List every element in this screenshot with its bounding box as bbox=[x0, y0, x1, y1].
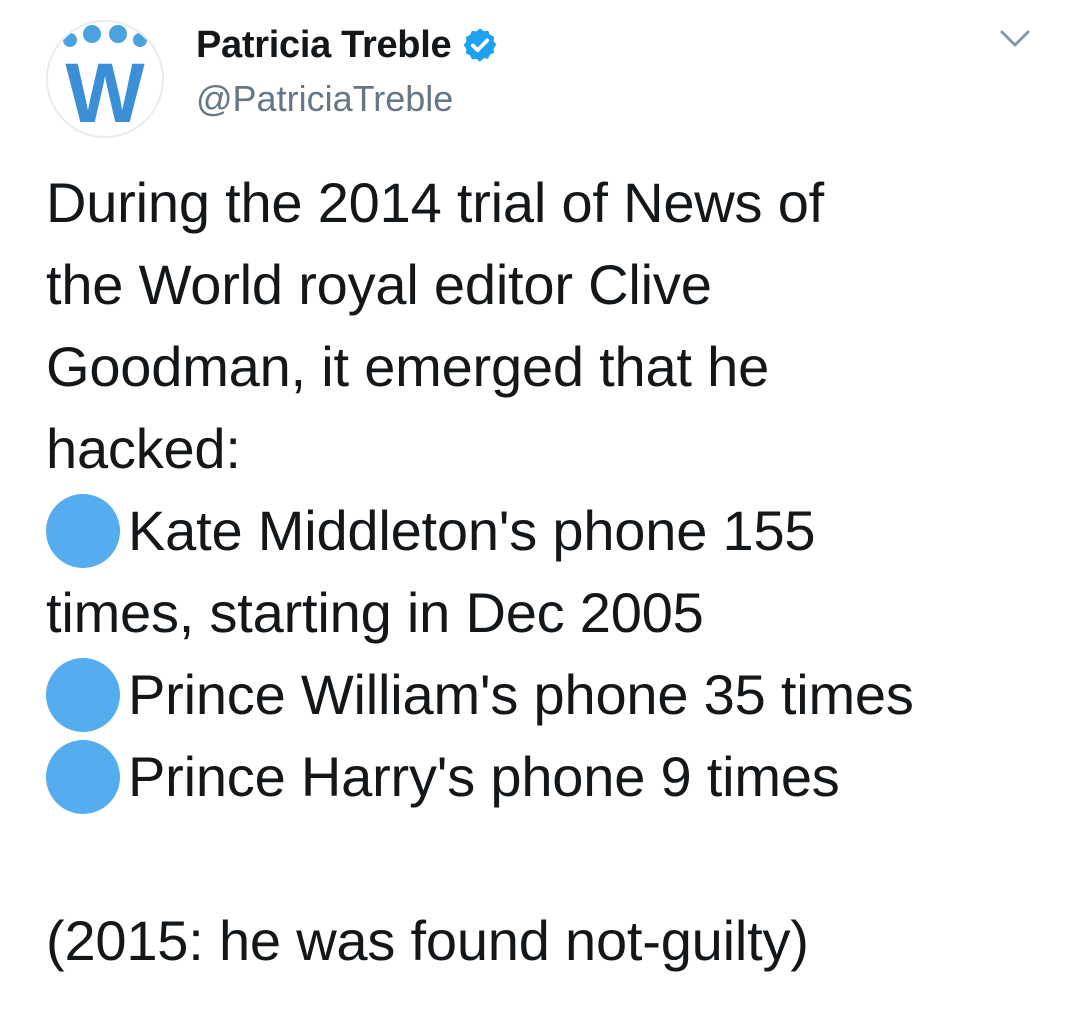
bullet-continuation: times, starting in Dec 2005 bbox=[46, 581, 704, 644]
tweet-text-line: During the 2014 trial of News of bbox=[46, 171, 825, 234]
bullet-item: Kate Middleton's phone 155 bbox=[46, 490, 1056, 572]
bullet-text: Kate Middleton's phone 155 bbox=[128, 499, 816, 562]
tweet-footer-text: (2015: he was found not-guilty) bbox=[46, 909, 809, 972]
bullet-text: Prince Harry's phone 9 times bbox=[128, 745, 840, 808]
tweet: W Patricia Treble @PatriciaTreble During… bbox=[0, 0, 1080, 1013]
display-name[interactable]: Patricia Treble bbox=[196, 24, 452, 67]
author-name-row: Patricia Treble bbox=[196, 22, 499, 68]
bullet-text: Prince William's phone 35 times bbox=[128, 663, 914, 726]
svg-text:W: W bbox=[65, 46, 145, 136]
bullet-item: Prince William's phone 35 times bbox=[46, 654, 1056, 736]
tweet-text-line: hacked: bbox=[46, 417, 241, 480]
tweet-text: During the 2014 trial of News of the Wor… bbox=[46, 162, 1056, 982]
bullet-item: Prince Harry's phone 9 times bbox=[46, 736, 1056, 818]
verified-badge-icon bbox=[461, 26, 499, 64]
tweet-text-line: the World royal editor Clive bbox=[46, 253, 712, 316]
blue-circle-icon bbox=[46, 494, 120, 568]
blue-circle-icon bbox=[46, 658, 120, 732]
tweet-text-line: Goodman, it emerged that he bbox=[46, 335, 770, 398]
avatar-logo-icon: W bbox=[63, 25, 147, 136]
blue-circle-icon bbox=[46, 740, 120, 814]
chevron-down-icon[interactable] bbox=[998, 26, 1032, 52]
user-handle[interactable]: @PatriciaTreble bbox=[196, 78, 453, 120]
avatar[interactable]: W bbox=[46, 20, 164, 138]
